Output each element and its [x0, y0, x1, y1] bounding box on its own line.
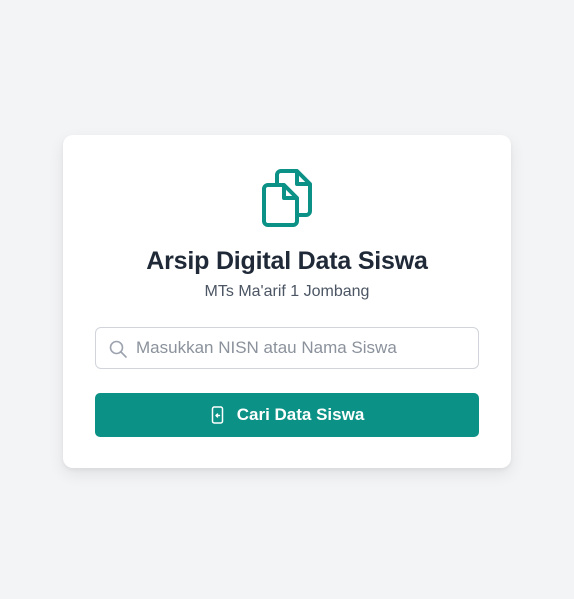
search-input[interactable] [136, 328, 466, 368]
page-title: Arsip Digital Data Siswa [146, 247, 428, 275]
page-subtitle: MTs Ma'arif 1 Jombang [204, 283, 370, 300]
documents-icon [262, 169, 312, 227]
search-button-label: Cari Data Siswa [236, 405, 365, 424]
search-card: Arsip Digital Data Siswa MTs Ma'arif 1 J… [63, 135, 511, 468]
search-icon [109, 340, 127, 358]
search-field[interactable] [95, 327, 479, 369]
search-button[interactable]: Cari Data Siswa [95, 393, 479, 437]
phone-arrow-icon [211, 406, 223, 424]
